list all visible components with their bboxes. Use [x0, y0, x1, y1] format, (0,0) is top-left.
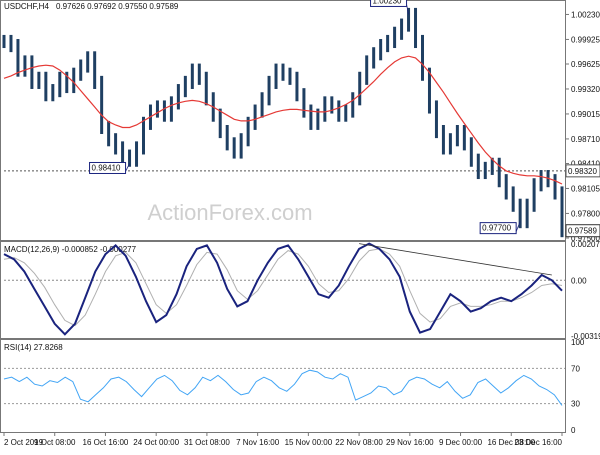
- price-annotation: 0.98410: [92, 163, 121, 172]
- macd-axis: 0.0020790.00-0.003197: [571, 240, 600, 341]
- symbol-title: USDCHF,H4: [4, 2, 49, 11]
- current-price-label: 0.97589: [568, 227, 597, 236]
- price-tick-label: 1.00230: [571, 10, 600, 19]
- time-tick-label: 24 Oct 00:00: [133, 438, 179, 447]
- hline-label: 0.98320: [568, 167, 597, 176]
- macd-panel: MACD(12,26,9) -0.000852 -0.000277: [3, 242, 565, 336]
- time-tick-label: 15 Nov 00:00: [285, 438, 333, 447]
- rsi-tick-label: 0: [571, 426, 576, 435]
- price-annotation: 1.00230: [373, 0, 402, 5]
- macd-trendline: [359, 243, 552, 276]
- macd-tick-label: 0.002079: [571, 240, 600, 249]
- rsi-tick-label: 100: [571, 338, 585, 347]
- rsi-label: RSI(14) 27.8268: [4, 343, 63, 352]
- rsi-tick-label: 30: [571, 400, 580, 409]
- time-tick-label: 22 Nov 08:00: [335, 438, 383, 447]
- price-tick-label: 0.99320: [571, 85, 600, 94]
- rsi-line: [3, 369, 563, 406]
- price-tick-label: 0.97800: [571, 209, 600, 218]
- macd-tick-label: 0.00: [571, 276, 587, 285]
- rsi-axis: 100 70 30 0: [571, 338, 585, 435]
- time-tick-label: 7 Nov 16:00: [236, 438, 280, 447]
- time-tick-label: 23 Dec 16:00: [514, 438, 562, 447]
- time-tick-label: 31 Oct 08:00: [184, 438, 230, 447]
- time-axis: 2 Oct 20199 Oct 08:00 16 Oct 16:00 24 Oct …: [3, 433, 563, 447]
- chart-canvas: ActionForex.com USDCHF,H4 0.97626 0.9769…: [0, 0, 600, 447]
- price-tick-label: 0.99925: [571, 35, 600, 44]
- price-tick-label: 0.98710: [571, 135, 600, 144]
- rsi-tick-label: 70: [571, 364, 580, 373]
- macd-signal-line: [3, 248, 563, 327]
- time-tick-label: 9 Dec 00:00: [439, 438, 483, 447]
- annotation-leader: [125, 163, 130, 172]
- time-tick-label: 29 Nov 16:00: [386, 438, 434, 447]
- price-tick-label: 0.99015: [571, 110, 600, 119]
- watermark: ActionForex.com: [147, 200, 312, 225]
- time-tick-label: 9 Oct 08:00: [34, 438, 76, 447]
- rsi-panel-frame: [0, 339, 566, 433]
- chart-window: ActionForex.com USDCHF,H4 0.97626 0.9769…: [0, 0, 600, 450]
- time-tick-label: 16 Oct 16:00: [83, 438, 129, 447]
- price-tick-label: 0.98105: [571, 184, 600, 193]
- ohlc-readout: 0.97626 0.97692 0.97550 0.97589: [56, 2, 179, 11]
- rsi-panel: RSI(14) 27.8268: [3, 343, 565, 406]
- price-annotation: 0.97700: [482, 224, 511, 233]
- macd-panel-frame: [0, 241, 566, 339]
- price-tick-label: 0.99625: [571, 60, 600, 69]
- macd-line: [3, 242, 563, 336]
